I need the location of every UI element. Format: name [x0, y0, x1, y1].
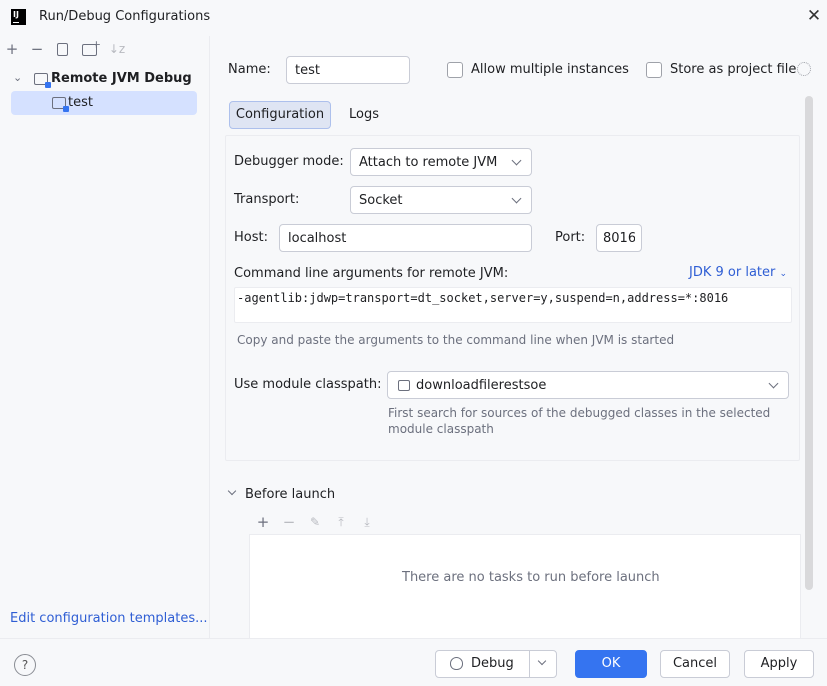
app-logo: IJ [11, 9, 26, 25]
module-icon [398, 380, 410, 391]
module-classpath-label: Use module classpath: [234, 377, 382, 392]
before-launch-empty-text: There are no tasks to run before launch [402, 570, 660, 585]
gear-icon[interactable] [797, 62, 811, 76]
split-divider [529, 651, 530, 677]
host-field[interactable] [279, 224, 532, 252]
close-icon[interactable]: ✕ [805, 8, 823, 26]
edit-icon[interactable]: ✎ [306, 513, 324, 531]
store-project-label: Store as project file [670, 62, 797, 77]
help-button[interactable]: ? [14, 654, 36, 676]
chevron-down-icon [511, 193, 522, 204]
cancel-button[interactable]: Cancel [660, 650, 730, 678]
host-label: Host: [234, 230, 268, 245]
debugger-mode-value: Attach to remote JVM [359, 155, 498, 170]
allow-multiple-checkbox[interactable] [447, 62, 463, 78]
chevron-down-icon[interactable]: ⌄ [13, 71, 22, 84]
module-classpath-select[interactable]: downloadfilerestsoe [387, 371, 789, 399]
cmdline-label: Command line arguments for remote JVM: [234, 266, 509, 281]
cmdline-args-field[interactable]: -agentlib:jdwp=transport=dt_socket,serve… [234, 287, 792, 323]
remove-icon[interactable]: − [280, 513, 298, 531]
port-field[interactable] [596, 224, 642, 252]
before-launch-label[interactable]: Before launch [245, 487, 335, 502]
name-field[interactable] [286, 56, 410, 84]
move-down-icon[interactable]: ⤓ [358, 513, 376, 531]
add-icon[interactable]: + [3, 40, 21, 58]
tab-configuration[interactable]: Configuration [229, 101, 331, 129]
remote-jvm-debug-icon [34, 73, 51, 88]
jdk-link-text: JDK 9 or later [689, 265, 776, 280]
scrollbar[interactable] [805, 96, 813, 590]
app-logo-text: IJ [13, 10, 19, 19]
add-icon[interactable]: + [254, 513, 272, 531]
new-folder-icon[interactable]: + [82, 38, 101, 56]
debug-button[interactable]: Debug [435, 650, 557, 678]
transport-value: Socket [359, 193, 403, 208]
config-tree-panel [0, 36, 210, 638]
module-hint-line-1: First search for sources of the debugged… [388, 406, 771, 420]
tree-root-label[interactable]: Remote JVM Debug [51, 71, 192, 86]
tree-item-test[interactable] [11, 91, 197, 115]
port-label: Port: [555, 230, 586, 245]
cmdline-hint: Copy and paste the arguments to the comm… [237, 333, 675, 347]
sort-icon[interactable]: ↓z [108, 40, 126, 58]
window-title: Run/Debug Configurations [39, 9, 211, 24]
edit-templates-link[interactable]: Edit configuration templates... [10, 611, 208, 626]
debugger-mode-label: Debugger mode: [234, 154, 344, 169]
transport-select[interactable]: Socket [350, 186, 532, 214]
transport-label: Transport: [234, 192, 300, 207]
store-project-checkbox[interactable] [646, 62, 662, 78]
remote-jvm-debug-icon [52, 97, 69, 112]
module-hint-line-2: module classpath [388, 422, 494, 436]
debugger-mode-select[interactable]: Attach to remote JVM [350, 148, 532, 176]
chevron-down-icon [511, 155, 522, 166]
chevron-down-icon[interactable] [537, 656, 547, 666]
chevron-down-icon [768, 378, 779, 389]
apply-button[interactable]: Apply [744, 650, 814, 678]
chevron-down-icon: ⌄ [779, 269, 788, 279]
tree-item-label[interactable]: test [68, 95, 93, 110]
allow-multiple-label: Allow multiple instances [471, 62, 629, 77]
copy-icon[interactable] [57, 43, 68, 56]
jdk-version-link[interactable]: JDK 9 or later ⌄ [689, 265, 787, 280]
ok-button[interactable]: OK [575, 650, 647, 678]
move-up-icon[interactable]: ⤒ [332, 513, 350, 531]
debug-label: Debug [471, 656, 514, 671]
debug-icon [450, 657, 463, 670]
name-label: Name: [228, 62, 271, 77]
remove-icon[interactable]: − [28, 40, 46, 58]
tab-logs[interactable]: Logs [349, 107, 379, 122]
module-value: downloadfilerestsoe [416, 378, 547, 393]
